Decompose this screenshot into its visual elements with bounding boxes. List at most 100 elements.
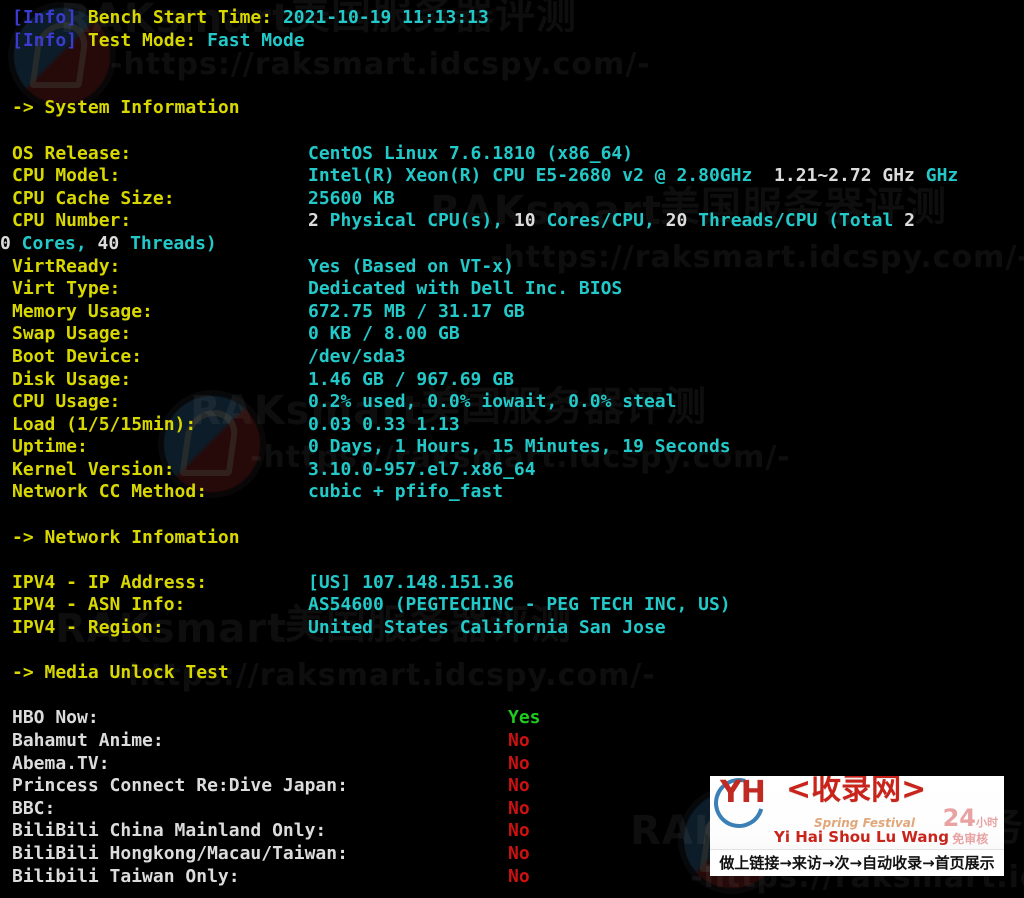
cpu-number-figure: 20 — [665, 210, 688, 232]
badge-hour: 小时 — [976, 816, 998, 829]
banner-24h-badge: 24小时 免审核 — [943, 806, 998, 845]
badge-number: 24 — [942, 804, 976, 832]
row-label: Memory Usage: — [12, 300, 153, 322]
row-load-average: Load (1/5/15min): 0.03 0.33 1.13 — [0, 414, 1024, 437]
row-label: Uptime: — [12, 436, 88, 458]
section-title-system-information: -> System Information — [12, 97, 240, 119]
media-status: No — [508, 797, 530, 819]
section-title-network-information: -> Network Infomation — [12, 526, 240, 548]
row-label: Kernel Version: — [12, 458, 175, 480]
row-label: CPU Cache Size: — [12, 187, 175, 209]
media-status: No — [508, 865, 530, 887]
bench-start-time-value: 2021-10-19 11:13:13 — [282, 7, 489, 28]
row-label: Network CC Method: — [12, 481, 208, 503]
cpu-number-text: Physical CPU(s), — [318, 210, 514, 232]
row-label: CPU Number: — [12, 210, 132, 232]
media-label: BiliBili Hongkong/Macau/Taiwan: — [12, 842, 348, 864]
row-value: CentOS Linux 7.6.1810 (x86_64) — [308, 142, 634, 164]
row-os-release: OS Release: CentOS Linux 7.6.1810 (x86_64… — [0, 143, 1024, 166]
media-label: Abema.TV: — [12, 752, 110, 774]
row-uptime: Uptime: 0 Days, 1 Hours, 15 Minutes, 19 S… — [0, 436, 1024, 459]
banner-logo-cn: <收录网> — [786, 776, 927, 807]
row-cpu-usage: CPU Usage: 0.2% used, 0.0% iowait, 0.0% s… — [0, 391, 1024, 414]
row-bahamut-anime: Bahamut Anime: No — [0, 730, 1024, 753]
row-label: OS Release: — [12, 142, 132, 164]
row-value: [US] 107.148.151.36 — [308, 571, 514, 593]
media-label: Bilibili Taiwan Only: — [12, 865, 240, 887]
row-value: /dev/sda3 — [308, 345, 406, 367]
row-value: 1.46 GB / 967.69 GB — [308, 368, 514, 390]
media-label: HBO Now: — [12, 707, 99, 729]
row-swap-usage: Swap Usage: 0 KB / 8.00 GB — [0, 323, 1024, 346]
row-value: 672.75 MB / 31.17 GB — [308, 300, 525, 322]
row-boot-device: Boot Device: /dev/sda3 — [0, 346, 1024, 369]
cpu-freq-range: 1.21~2.72 GHz — [774, 165, 915, 187]
row-value: cubic + pfifo_fast — [308, 481, 504, 503]
badge-sub: 免审核 — [952, 832, 989, 846]
media-status: No — [508, 842, 530, 864]
banner-logo-latin: YH — [720, 776, 766, 810]
row-value: 0.03 0.33 1.13 — [308, 413, 460, 435]
row-value: Intel(R) Xeon(R) CPU E5-2680 v2 @ 2.80GH… — [308, 165, 753, 187]
section-title-media-unlock-test: -> Media Unlock Test — [12, 662, 229, 684]
media-label: BBC: — [12, 797, 56, 819]
row-label: VirtReady: — [12, 255, 121, 277]
row-label: Boot Device: — [12, 345, 143, 367]
cpu-number-wrapped-value: 0 Cores, 40 Threads) — [0, 233, 217, 254]
banner-strip-text[interactable]: 做上链接→来访→次→自动收录→首页展示 — [710, 849, 1004, 876]
row-cpu-number: CPU Number: 2 Physical CPU(s), 10 Cores/C… — [0, 210, 1024, 233]
cpu-number-figure: 2 — [308, 210, 319, 232]
promo-banner[interactable]: YH <收录网> Spring Festival Yi Hai Shou Lu … — [710, 776, 1004, 876]
row-value: Yes (Based on VT-x) — [308, 255, 514, 277]
bench-start-time-line: [Info] Bench Start Time: 2021-10-19 11:1… — [0, 7, 1024, 30]
row-value: AS54600 (PEGTECHINC - PEG TECH INC, US) — [308, 594, 731, 616]
row-cpu-number-wrap: 0 Cores, 40 Threads) — [0, 233, 1024, 256]
cpu-number-figure: 0 — [0, 232, 11, 254]
bench-start-time-label: Bench Start Time: — [87, 7, 273, 28]
cpu-number-text: Cores/CPU, — [535, 210, 666, 232]
row-label: Load (1/5/15min): — [12, 413, 197, 435]
row-label: Swap Usage: — [12, 323, 132, 345]
test-mode-line: [Info] Test Mode: Fast Mode — [0, 30, 1024, 53]
media-status: No — [508, 730, 530, 751]
row-label: Disk Usage: — [12, 368, 132, 390]
row-ipv4-region: IPV4 - Region: United States California S… — [0, 617, 1024, 640]
row-label: CPU Model: — [12, 165, 121, 187]
row-cpu-model: CPU Model: Intel(R) Xeon(R) CPU E5-2680 v… — [12, 165, 959, 187]
row-label: IPV4 - IP Address: — [12, 571, 208, 593]
media-status: No — [508, 820, 530, 842]
row-label: IPV4 - Region: — [12, 617, 164, 639]
row-value: 0.2% used, 0.0% iowait, 0.0% steal — [308, 391, 677, 413]
row-value: 0 KB / 8.00 GB — [308, 323, 460, 345]
row-abema-tv: Abema.TV: No — [0, 753, 1024, 776]
terminal-screenshot: RAKsmart 美国服务器评测 -https://raksmart.idcsp… — [0, 0, 1024, 898]
cpu-number-figure: 2 — [904, 210, 915, 232]
row-virtready: VirtReady: Yes (Based on VT-x) — [0, 256, 1024, 279]
media-label: BiliBili China Mainland Only: — [12, 820, 327, 842]
row-ipv4-ip-address: IPV4 - IP Address: [US] 107.148.151.36 — [0, 572, 1024, 595]
media-status: No — [508, 775, 530, 797]
media-status: No — [508, 752, 530, 774]
test-mode-label: Test Mode: — [87, 29, 197, 51]
row-label: IPV4 - ASN Info: — [12, 594, 186, 616]
row-cpu-cache-size: CPU Cache Size: 25600 KB — [0, 188, 1024, 211]
info-tag: [Info] — [12, 29, 78, 51]
row-virt-type: Virt Type: Dedicated with Dell Inc. BIOS — [0, 278, 1024, 301]
row-network-cc-method: Network CC Method: cubic + pfifo_fast — [0, 481, 1024, 504]
row-hbo-now: HBO Now: Yes — [0, 707, 1024, 730]
cpu-number-text: Threads) — [119, 232, 217, 254]
media-label: Bahamut Anime: — [12, 730, 164, 751]
row-ipv4-asn-info: IPV4 - ASN Info: AS54600 (PEGTECHINC - PE… — [0, 594, 1024, 617]
banner-pinyin: Yi Hai Shou Lu Wang — [774, 828, 949, 846]
row-value: 0 Days, 1 Hours, 15 Minutes, 19 Seconds — [308, 436, 731, 458]
row-label: CPU Usage: — [12, 391, 121, 413]
row-value: Dedicated with Dell Inc. BIOS — [308, 278, 623, 300]
cpu-number-text: Threads/CPU (Total — [687, 210, 905, 232]
info-tag: [Info] — [12, 7, 78, 28]
